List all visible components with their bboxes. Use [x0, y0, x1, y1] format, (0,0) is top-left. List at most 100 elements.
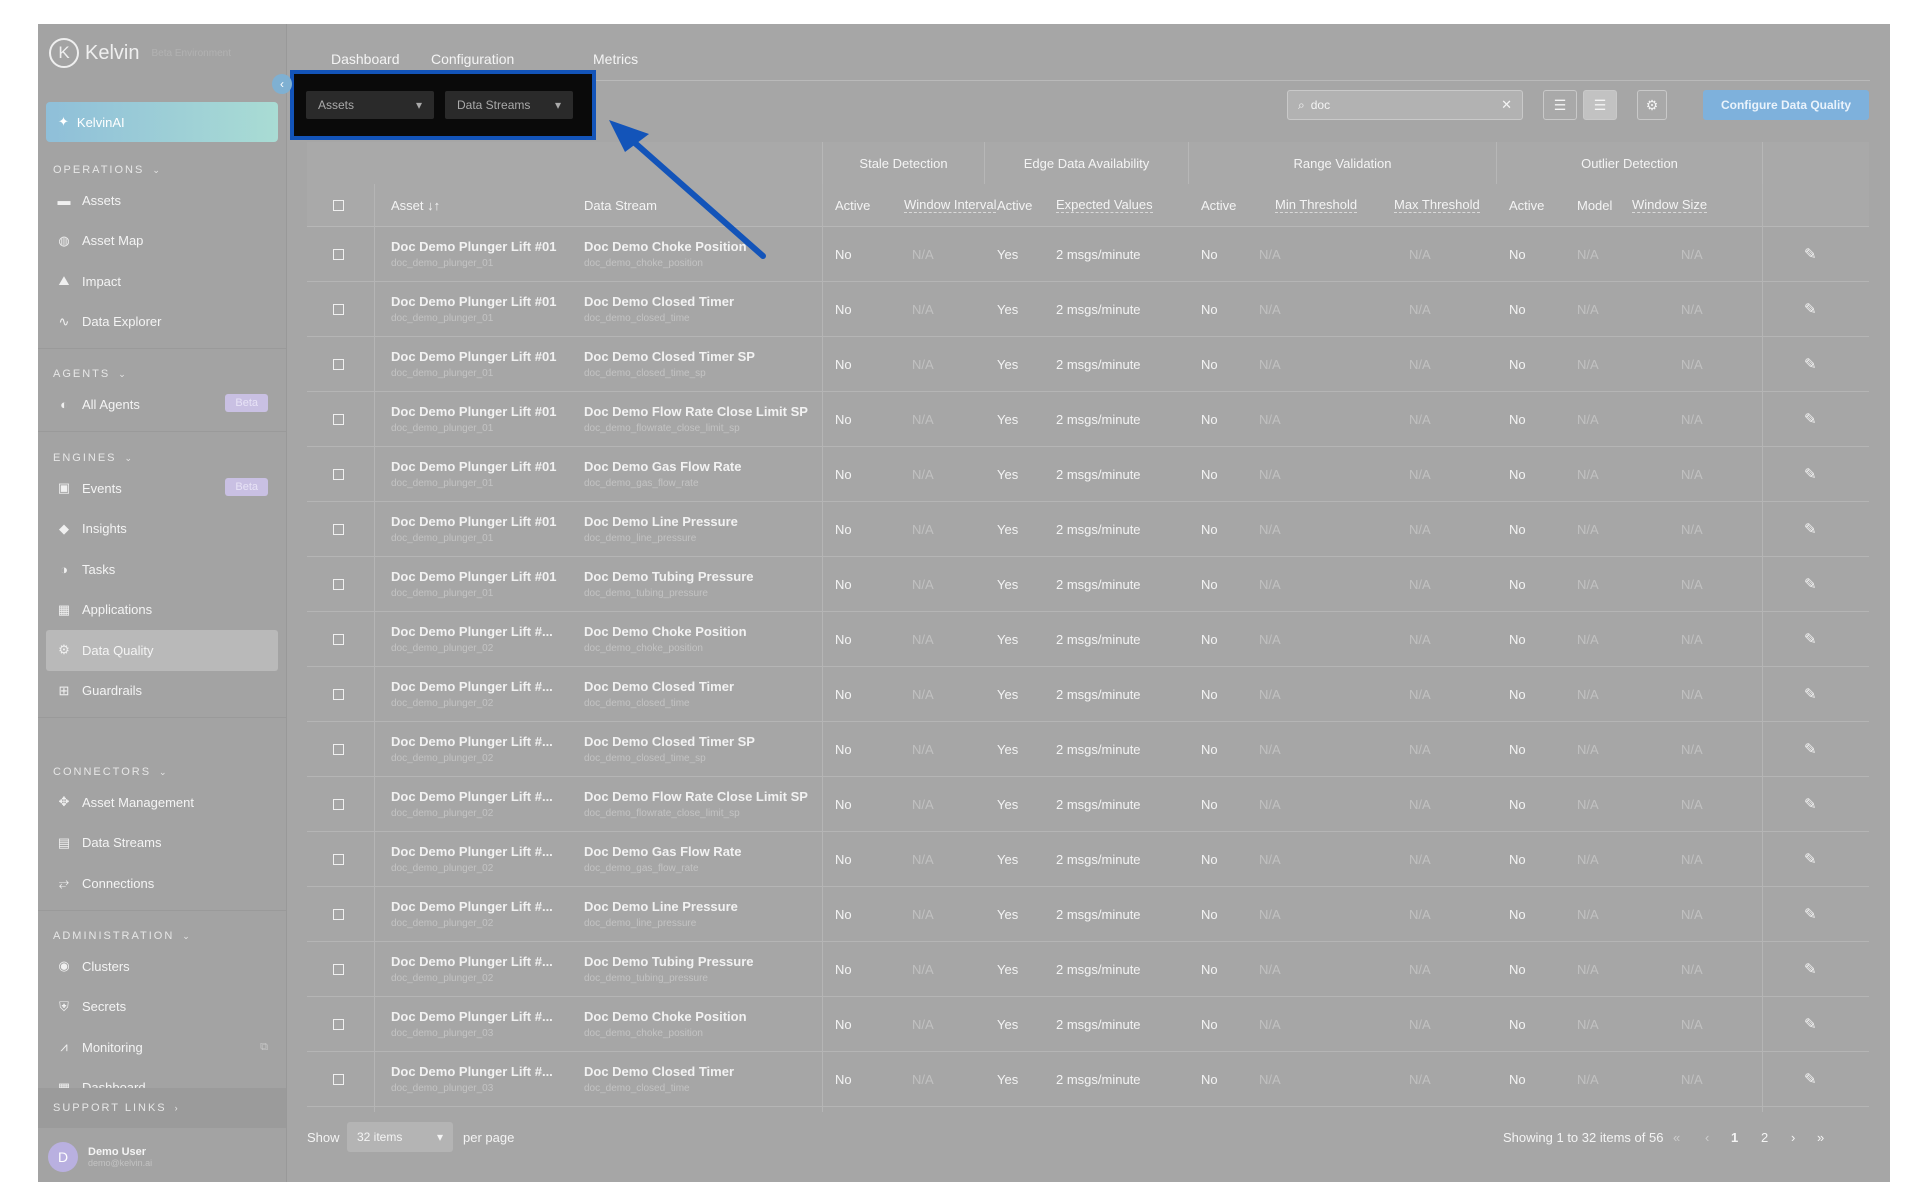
tab-metrics[interactable]: Metrics — [593, 40, 638, 78]
first-page-icon[interactable]: « — [1673, 1122, 1680, 1152]
table-row[interactable]: Doc Demo Plunger Lift #...doc_demo_plung… — [307, 942, 1869, 997]
search-input[interactable]: ⌕ doc ✕ — [1287, 90, 1523, 120]
section-title-engines[interactable]: ENGINES ⌄ — [38, 448, 286, 468]
table-row[interactable]: Doc Demo Plunger Lift #...doc_demo_plung… — [307, 667, 1869, 722]
sidebar-item-asset-management[interactable]: ✥ Asset Management — [38, 782, 286, 823]
table-row[interactable]: Doc Demo Plunger Lift #...doc_demo_plung… — [307, 722, 1869, 777]
kelvinai-button[interactable]: ✦ KelvinAI — [46, 102, 278, 142]
edit-row-button[interactable]: ✎ — [1804, 557, 1817, 611]
settings-button[interactable]: ⚙ — [1637, 90, 1667, 120]
edit-row-button[interactable]: ✎ — [1804, 337, 1817, 391]
sidebar-item-data-explorer[interactable]: ∿ Data Explorer — [38, 302, 286, 343]
user-profile[interactable]: D Demo User demo@kelvin.ai — [38, 1132, 286, 1182]
table-row[interactable]: Doc Demo Plunger Lift #01 doc_demo_plunge… — [307, 337, 1869, 392]
table-row[interactable]: Doc Demo Plunger Lift #...doc_demo_plung… — [307, 832, 1869, 887]
row-checkbox[interactable] — [333, 777, 344, 831]
na-cell: N/A — [1409, 466, 1431, 482]
page-2-button[interactable]: 2 — [1761, 1122, 1768, 1152]
row-checkbox[interactable] — [333, 227, 344, 281]
row-checkbox[interactable] — [333, 282, 344, 336]
row-checkbox[interactable] — [333, 447, 344, 501]
edit-row-button[interactable]: ✎ — [1804, 227, 1817, 281]
row-checkbox[interactable] — [333, 997, 344, 1051]
sidebar-item-guardrails[interactable]: ⊞ Guardrails — [38, 671, 286, 712]
assets-filter-dropdown[interactable]: Assets ▾ — [306, 91, 434, 119]
compact-view-button[interactable]: ☰ — [1543, 90, 1577, 120]
sidebar-item-all-agents[interactable]: ◐ All Agents Beta — [38, 384, 286, 425]
next-page-icon[interactable]: › — [1791, 1122, 1795, 1152]
row-checkbox[interactable] — [333, 612, 344, 666]
prev-page-icon[interactable]: ‹ — [1705, 1122, 1709, 1152]
sidebar-item-clusters[interactable]: ◉ Clusters — [38, 946, 286, 987]
edit-row-button[interactable]: ✎ — [1804, 722, 1817, 776]
table-row[interactable]: Doc Demo Plunger Lift #01 doc_demo_plunge… — [307, 557, 1869, 612]
row-checkbox[interactable] — [333, 667, 344, 721]
table-row[interactable]: Doc Demo Plunger Lift #...doc_demo_plung… — [307, 1052, 1869, 1107]
edit-row-button[interactable]: ✎ — [1804, 667, 1817, 721]
sidebar-item-data-streams[interactable]: ▤ Data Streams — [38, 823, 286, 864]
row-checkbox[interactable] — [333, 722, 344, 776]
row-checkbox[interactable] — [333, 392, 344, 446]
sidebar-item-insights[interactable]: ◆ Insights — [38, 509, 286, 550]
table-row[interactable]: Doc Demo Plunger Lift #...doc_demo_plung… — [307, 777, 1869, 832]
row-checkbox[interactable] — [333, 337, 344, 391]
row-checkbox[interactable] — [333, 832, 344, 886]
edit-row-button[interactable]: ✎ — [1804, 777, 1817, 831]
sidebar-item-events[interactable]: ▣ Events Beta — [38, 468, 286, 509]
edit-row-button[interactable]: ✎ — [1804, 1052, 1817, 1106]
data-streams-filter-dropdown[interactable]: Data Streams ▾ — [445, 91, 573, 119]
sidebar-item-tasks[interactable]: ◑ Tasks — [38, 549, 286, 590]
configure-data-quality-button[interactable]: Configure Data Quality — [1703, 90, 1869, 120]
support-links[interactable]: SUPPORT LINKS › — [38, 1088, 286, 1128]
section-title-operations[interactable]: OPERATIONS ⌄ — [38, 160, 286, 180]
table-row[interactable]: Doc Demo Plunger Lift #01 doc_demo_plunge… — [307, 447, 1869, 502]
row-checkbox[interactable] — [333, 942, 344, 996]
edit-row-button[interactable]: ✎ — [1804, 612, 1817, 666]
table-row[interactable]: Doc Demo Plunger Lift #...doc_demo_plung… — [307, 612, 1869, 667]
edit-row-button[interactable]: ✎ — [1804, 887, 1817, 941]
na-cell: N/A — [912, 246, 934, 262]
sidebar-item-applications[interactable]: ▦ Applications — [38, 590, 286, 631]
sidebar-item-impact[interactable]: ⛰ Impact — [38, 261, 286, 302]
clear-search-icon[interactable]: ✕ — [1501, 97, 1512, 113]
edit-row-button[interactable]: ✎ — [1804, 447, 1817, 501]
na-cell: N/A — [1681, 851, 1703, 867]
row-checkbox[interactable] — [333, 1107, 344, 1112]
data-stream-name: Doc Demo Choke Position — [584, 239, 747, 254]
list-view-button[interactable]: ☰ — [1583, 90, 1617, 120]
header-asset[interactable]: Asset ↓↑ — [391, 184, 440, 226]
section-title-connectors[interactable]: CONNECTORS ⌄ — [38, 762, 286, 782]
collapse-sidebar-button[interactable]: ‹ — [272, 74, 292, 94]
table-row[interactable]: Doc Demo Plunger Lift #01 doc_demo_plunge… — [307, 392, 1869, 447]
logo[interactable]: K Kelvin Beta Environment — [49, 38, 231, 68]
row-checkbox[interactable] — [333, 557, 344, 611]
edit-row-button[interactable]: ✎ — [1804, 392, 1817, 446]
table-row[interactable]: Doc Demo Plunger Lift #...doc_demo_plung… — [307, 997, 1869, 1052]
row-checkbox[interactable] — [333, 1052, 344, 1106]
section-title-administration[interactable]: ADMINISTRATION ⌄ — [38, 926, 286, 946]
table-row[interactable]: Doc Demo Plunger Lift #...doc_demo_plung… — [307, 1107, 1869, 1112]
edit-row-button[interactable]: ✎ — [1804, 942, 1817, 996]
table-row[interactable]: Doc Demo Plunger Lift #01 doc_demo_plunge… — [307, 282, 1869, 337]
sidebar-item-monitoring[interactable]: ⩘ Monitoring ⧉ — [38, 1027, 286, 1068]
table-row[interactable]: Doc Demo Plunger Lift #01 doc_demo_plunge… — [307, 227, 1869, 282]
last-page-icon[interactable]: » — [1817, 1122, 1824, 1152]
sidebar-item-assets[interactable]: ▬ Assets — [38, 180, 286, 221]
edit-row-button[interactable]: ✎ — [1804, 997, 1817, 1051]
sidebar-item-connections[interactable]: ⥂ Connections — [38, 863, 286, 904]
select-all-checkbox[interactable] — [333, 184, 344, 226]
asset-management-icon: ✥ — [58, 794, 70, 810]
table-row[interactable]: Doc Demo Plunger Lift #...doc_demo_plung… — [307, 887, 1869, 942]
edit-row-button[interactable]: ✎ — [1804, 282, 1817, 336]
page-size-select[interactable]: 32 items ▾ — [347, 1122, 453, 1152]
page-1-button[interactable]: 1 — [1731, 1122, 1738, 1152]
edit-row-button[interactable]: ✎ — [1804, 832, 1817, 886]
sidebar-item-asset-map[interactable]: ◍ Asset Map — [38, 221, 286, 262]
sidebar-item-data-quality[interactable]: ⚙ Data Quality — [46, 630, 278, 671]
section-title-agents[interactable]: AGENTS ⌄ — [38, 364, 286, 384]
table-row[interactable]: Doc Demo Plunger Lift #01 doc_demo_plunge… — [307, 502, 1869, 557]
edit-row-button[interactable]: ✎ — [1804, 502, 1817, 556]
row-checkbox[interactable] — [333, 887, 344, 941]
row-checkbox[interactable] — [333, 502, 344, 556]
sidebar-item-secrets[interactable]: ⛨ Secrets — [38, 987, 286, 1028]
